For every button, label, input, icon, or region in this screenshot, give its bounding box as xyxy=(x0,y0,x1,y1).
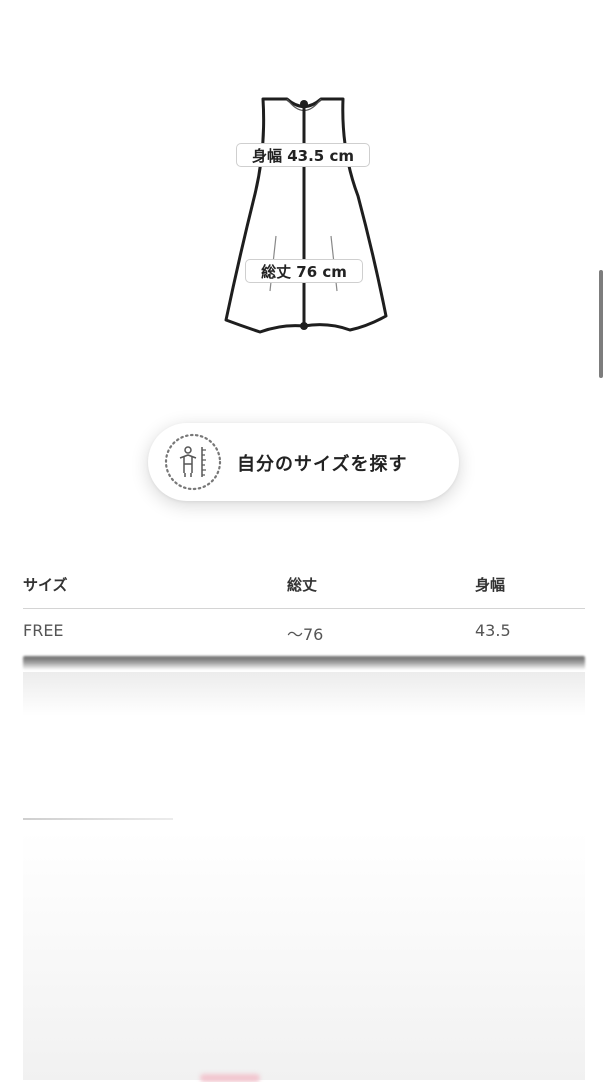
faded-content-area xyxy=(23,830,585,1080)
header-total-length: 総丈 xyxy=(287,576,318,594)
cell-body-width: 43.5 xyxy=(475,621,511,640)
header-size: サイズ xyxy=(23,576,68,594)
blurred-area xyxy=(23,672,585,716)
faint-divider xyxy=(23,818,173,820)
table-row: FREE 〜76 43.5 xyxy=(23,609,585,657)
length-top-dot xyxy=(300,100,308,108)
cell-total-length: 〜76 xyxy=(287,625,324,644)
body-measure-icon xyxy=(164,433,222,491)
size-table-header: サイズ 総丈 身幅 xyxy=(23,560,585,609)
length-measure-label: 総丈 76 cm xyxy=(245,259,363,283)
size-table: サイズ 総丈 身幅 FREE 〜76 43.5 xyxy=(23,560,585,657)
dress-outline-diagram xyxy=(224,97,388,334)
garment-size-diagram: 身幅 43.5 cm 総丈 76 cm xyxy=(200,86,410,340)
blurred-divider xyxy=(23,656,585,670)
cell-size: FREE xyxy=(23,621,64,640)
width-measure-label: 身幅 43.5 cm xyxy=(236,143,370,167)
find-my-size-label: 自分のサイズを探す xyxy=(237,454,408,475)
pink-element-hint xyxy=(200,1074,260,1082)
header-body-width: 身幅 xyxy=(475,576,506,594)
length-bottom-dot xyxy=(300,322,308,330)
scrollbar[interactable] xyxy=(599,270,603,378)
dress-outline xyxy=(224,97,388,334)
find-my-size-button[interactable]: 自分のサイズを探す xyxy=(148,423,459,501)
